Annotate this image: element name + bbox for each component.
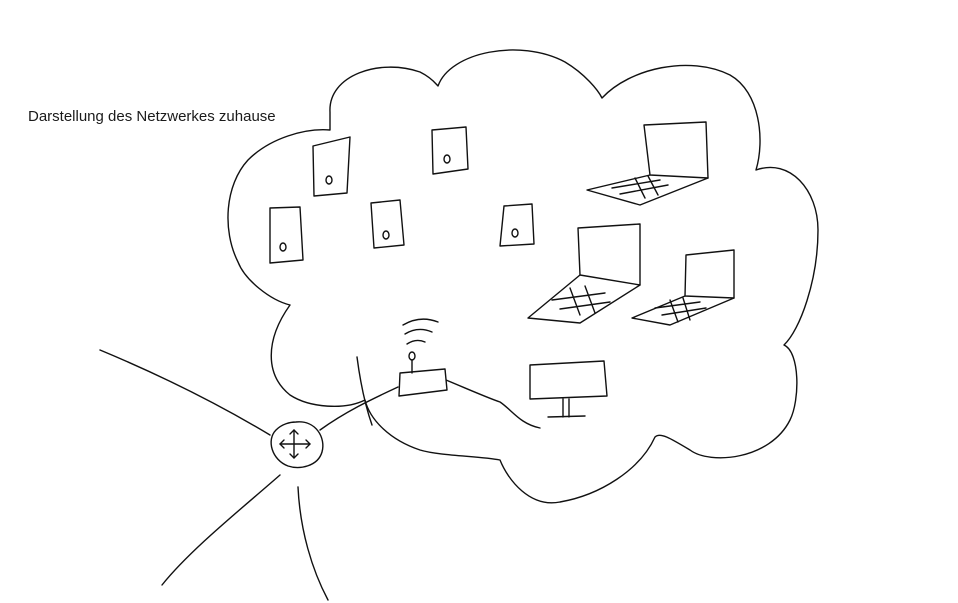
device-phone-1 [312,136,351,197]
wifi-signal-icon [402,318,439,345]
device-laptop-2 [527,223,641,324]
device-phone-5 [499,203,535,247]
external-link-3 [297,486,329,601]
device-monitor [529,360,608,418]
wireless-router [398,318,448,397]
device-laptop-3 [631,249,735,326]
home-network-sketch [99,49,819,601]
link-router-to-monitor [445,379,541,429]
cloud-to-router-curve [356,356,373,426]
link-router-to-hub [319,386,399,431]
device-phone-2 [431,126,469,175]
device-phone-4 [370,199,405,249]
external-link-2 [161,474,281,586]
external-link-1 [99,349,271,436]
internet-router-hub [270,421,324,469]
device-laptop-1 [586,121,709,206]
device-phone-3 [269,206,304,264]
